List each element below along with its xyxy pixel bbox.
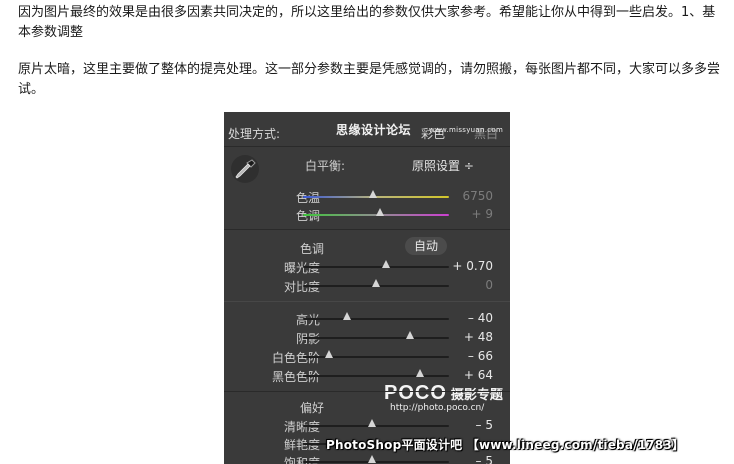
- exposure-value[interactable]: + 0.70: [452, 259, 493, 273]
- presence-section-label: 偏好: [300, 401, 325, 415]
- highlights-slider-handle[interactable]: [342, 312, 351, 320]
- watermark-missyuan-url: www.missyuan.com: [429, 126, 504, 134]
- saturation-slider[interactable]: [303, 461, 449, 463]
- blacks-slider[interactable]: [303, 375, 449, 377]
- blacks-value[interactable]: + 64: [464, 368, 493, 382]
- watermark-missyuan: 思缘设计论坛: [336, 123, 412, 137]
- exposure-slider-handle[interactable]: [382, 260, 391, 268]
- auto-tone-button[interactable]: 自动: [405, 237, 447, 255]
- treatment-label: 处理方式:: [228, 127, 281, 141]
- divider: [224, 146, 510, 147]
- article-paragraph-2: 原片太暗，这里主要做了整体的提亮处理。这一部分参数主要是凭感觉调的，请勿照搬，每…: [18, 62, 721, 97]
- contrast-slider-handle[interactable]: [372, 279, 380, 287]
- eyedropper-icon[interactable]: [230, 154, 260, 184]
- whites-slider-handle[interactable]: [325, 350, 334, 358]
- watermark-photoshop-bar: PhotoShop平面设计吧 【www.lineeg.com/tieba/178…: [326, 438, 685, 452]
- contrast-value[interactable]: 0: [485, 278, 493, 292]
- clarity-slider[interactable]: [303, 425, 449, 427]
- tint-slider-handle[interactable]: [376, 208, 385, 216]
- saturation-value[interactable]: – 5: [476, 454, 493, 464]
- white-balance-select[interactable]: 原照设置 ÷: [412, 157, 474, 174]
- highlights-slider[interactable]: [303, 318, 449, 320]
- tone-section-label: 色调: [300, 242, 325, 256]
- watermark-poco-url: http://photo.poco.cn/: [390, 403, 485, 413]
- white-balance-label: 白平衡:: [305, 159, 346, 173]
- shadows-value[interactable]: + 48: [464, 330, 493, 344]
- blacks-slider-handle[interactable]: [415, 369, 424, 377]
- divider: [224, 301, 510, 302]
- clarity-slider-handle[interactable]: [367, 419, 376, 427]
- saturation-slider-handle[interactable]: [367, 455, 376, 463]
- temp-slider-handle[interactable]: [369, 190, 378, 198]
- watermark-poco: POCO 摄影专题: [384, 382, 503, 405]
- develop-basic-panel: 处理方式: 彩色 黑白 思缘设计论坛 www.missyuan.com 白平衡:…: [224, 112, 510, 464]
- temp-value[interactable]: 6750: [462, 189, 493, 203]
- divider: [224, 229, 510, 230]
- divider: [224, 391, 510, 392]
- shadows-slider[interactable]: [303, 337, 449, 339]
- clarity-value[interactable]: – 5: [476, 418, 493, 432]
- article-paragraph-1: 因为图片最终的效果是由很多因素共同决定的，所以这里给出的参数仅供大家参考。希望能…: [18, 5, 716, 40]
- shadows-slider-handle[interactable]: [405, 331, 414, 339]
- tint-value[interactable]: + 9: [471, 207, 493, 221]
- whites-value[interactable]: – 66: [468, 349, 493, 363]
- watermark-poco-logo: POCO: [384, 382, 447, 404]
- exposure-slider[interactable]: [303, 266, 449, 268]
- highlights-value[interactable]: – 40: [468, 311, 493, 325]
